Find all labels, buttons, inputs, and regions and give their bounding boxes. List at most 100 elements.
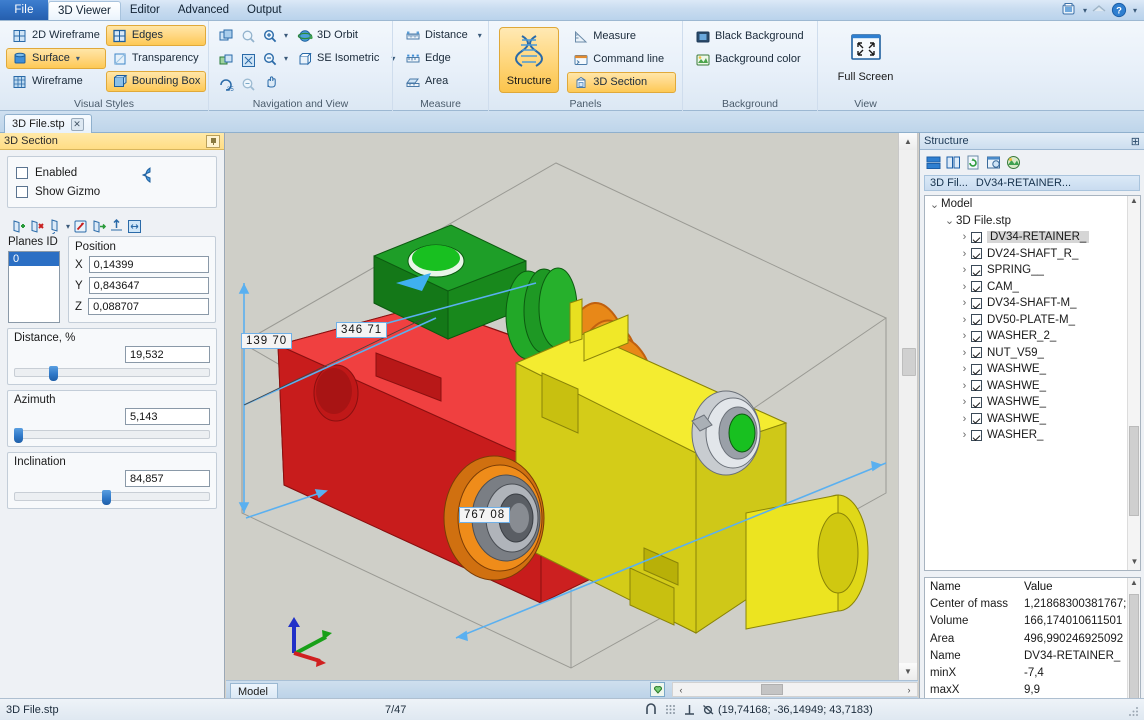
tree-item[interactable]: › SPRING__ [925,262,1140,279]
properties-row[interactable]: Area 496,990246925092 [925,630,1140,647]
tree-item-checkbox[interactable] [971,281,982,293]
viewport-horizontal-scrollbar[interactable]: ‹ › [672,682,918,697]
tree-item[interactable]: › DV24-SHAFT_R_ [925,246,1140,263]
scroll-right-icon[interactable]: › [901,685,917,695]
chevron-right-icon[interactable]: › [958,248,971,260]
structure-tree[interactable]: ⌄ Model ⌄ 3D File.stp › DV34-RETAINER_ › DV24-S… [924,195,1141,571]
tree-scroll-up-icon[interactable]: ▲ [1128,196,1140,209]
azimuth-slider[interactable] [13,428,210,443]
button-bounding-box[interactable]: Bounding Box [105,71,207,92]
chevron-right-icon[interactable]: › [958,231,971,243]
pan-icon[interactable] [259,71,281,93]
position-x-input[interactable] [88,256,209,273]
viewport-hscroll-thumb[interactable] [761,684,783,695]
tree-item[interactable]: › CAM_ [925,279,1140,296]
print-icon[interactable] [1061,2,1077,18]
button-edge-measure[interactable]: Edge [399,48,487,69]
columns-view-icon[interactable] [945,154,961,170]
properties-scroll-up-icon[interactable]: ▲ [1128,578,1140,591]
chevron-right-icon[interactable]: › [958,314,971,326]
button-wireframe[interactable]: Wireframe [6,71,106,92]
zoom-extents-icon[interactable] [237,49,259,71]
position-z-input[interactable] [88,298,209,315]
tree-item[interactable]: › DV34-SHAFT-M_ [925,295,1140,312]
tree-item-checkbox[interactable] [971,347,982,359]
chevron-right-icon[interactable]: › [958,413,971,425]
menu-file[interactable]: File [0,0,48,20]
surface-dropdown-caret-icon[interactable]: ▾ [76,54,80,63]
move-plane-icon[interactable] [90,218,107,234]
viewport-hscroll-track[interactable] [689,683,901,696]
button-2d-wireframe[interactable]: 2D Wireframe [6,25,106,46]
structure-tree-scrollbar[interactable]: ▲ ▼ [1127,196,1140,570]
scroll-left-icon[interactable]: ‹ [673,685,689,695]
button-se-isometric[interactable]: SE Isometric ▾ [291,48,395,69]
breadcrumb-item-part[interactable]: DV34-RETAINER... [976,177,1071,189]
help-dropdown-caret-icon[interactable]: ▾ [1133,6,1137,15]
tree-item[interactable]: ⌄ 3D File.stp [925,213,1140,230]
inclination-slider-thumb[interactable] [102,490,112,505]
properties-row[interactable]: Volume 166,174010611501 [925,613,1140,630]
button-surface[interactable]: Surface ▾ [6,48,106,69]
distance-dropdown-caret-icon[interactable]: ▾ [478,31,482,40]
button-background-color[interactable]: Background color [689,49,811,70]
tree-item-checkbox[interactable] [971,429,982,441]
breadcrumb-item-file[interactable]: 3D Fil... [930,177,968,189]
position-y-input[interactable] [88,277,209,294]
tree-item-checkbox[interactable] [971,363,982,375]
tree-item-checkbox[interactable] [971,396,982,408]
tree-item-checkbox[interactable] [971,264,982,276]
button-structure-panel[interactable]: Structure [499,27,560,93]
tree-scroll-down-icon[interactable]: ▼ [1128,557,1140,570]
snap-grid-icon[interactable] [664,703,677,716]
document-tab[interactable]: 3D File.stp ✕ [4,114,92,133]
flip-section-icon[interactable] [136,165,156,185]
plane-normal-icon[interactable] [72,218,88,234]
button-zoom-in[interactable]: ▾ [259,25,291,46]
chevron-right-icon[interactable]: › [958,380,971,392]
tree-item-checkbox[interactable] [971,314,982,326]
chevron-down-icon[interactable]: ⌄ [928,198,941,211]
home-icon[interactable] [1091,2,1107,18]
tree-item[interactable]: › DV50-PLATE-M_ [925,312,1140,329]
snap-tangent-icon[interactable] [702,703,715,716]
tree-item-checkbox[interactable] [971,413,982,425]
plane-axis-dropdown-caret-icon[interactable]: ▾ [66,222,70,231]
plane-axis-icon[interactable] [46,218,62,234]
chevron-right-icon[interactable]: › [958,396,971,408]
viewport-vertical-scrollbar[interactable]: ▲ ▼ [898,133,918,680]
button-3d-section[interactable]: 3D Section [567,72,676,93]
properties-row[interactable]: Center of mass 1,21868300381767; [925,595,1140,612]
planes-id-list[interactable]: 0 [8,251,60,323]
distance-slider-thumb[interactable] [48,366,58,381]
button-full-screen[interactable]: Full Screen [835,25,897,91]
tree-item-checkbox[interactable] [971,248,982,260]
button-transparency[interactable]: Transparency [106,48,207,69]
checkbox-show-gizmo[interactable] [16,185,28,198]
chevron-right-icon[interactable]: › [958,297,971,309]
chevron-right-icon[interactable]: › [958,429,971,441]
button-area-measure[interactable]: Area [399,71,487,92]
button-edges[interactable]: Edges [105,25,207,46]
checkbox-enabled[interactable] [16,166,28,179]
button-black-background[interactable]: Black Background [689,26,811,47]
button-measure-panel[interactable]: Measure [567,26,676,47]
tree-item-checkbox[interactable] [971,231,982,243]
tree-item[interactable]: › NUT_V59_ [925,345,1140,362]
fit-all-icon[interactable] [215,49,237,71]
zoom-window-icon[interactable] [237,25,259,47]
chevron-right-icon[interactable]: › [958,281,971,293]
scroll-down-icon[interactable]: ▼ [899,663,917,680]
print-dropdown-caret-icon[interactable]: ▾ [1083,6,1087,15]
menu-tab-advanced[interactable]: Advanced [169,0,238,20]
inclination-input[interactable] [125,470,210,487]
chevron-right-icon[interactable]: › [958,264,971,276]
button-distance[interactable]: Distance ▾ [399,25,487,46]
checkbox-show-gizmo-row[interactable]: Show Gizmo [16,182,100,201]
chevron-down-icon[interactable]: ⌄ [943,214,956,227]
distance-input[interactable] [125,346,210,363]
rows-view-icon[interactable] [925,154,941,170]
tree-item[interactable]: › WASHWE_ [925,394,1140,411]
menu-tab-output[interactable]: Output [238,0,291,20]
tree-item[interactable]: › WASHER_2_ [925,328,1140,345]
